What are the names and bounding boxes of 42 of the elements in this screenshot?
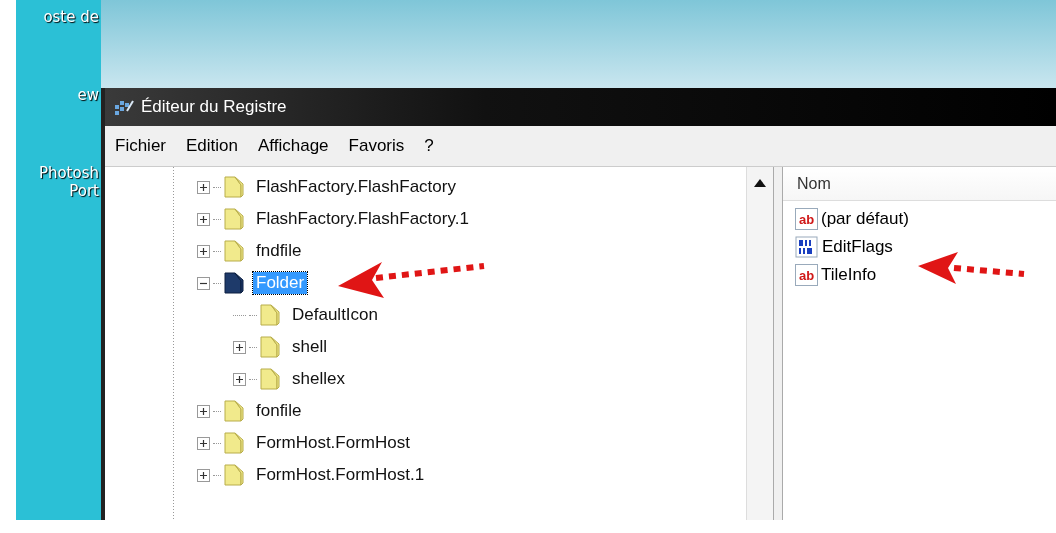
binary-value-icon (795, 235, 819, 259)
value-name[interactable]: (par défaut) (821, 209, 909, 229)
folder-icon (259, 303, 281, 327)
folder-icon (259, 335, 281, 359)
folder-icon (223, 431, 245, 455)
scroll-up-icon[interactable] (754, 179, 766, 187)
plus-icon[interactable] (197, 404, 210, 418)
menu-item[interactable]: Affichage (258, 134, 329, 158)
string-value-icon: ab (795, 264, 818, 286)
tree-item[interactable]: FlashFactory.FlashFactory.1 (253, 208, 472, 230)
folder-icon (223, 399, 245, 423)
folder-icon (223, 207, 245, 231)
value-name[interactable]: TileInfo (821, 265, 877, 285)
tree-item[interactable]: DefaultIcon (289, 304, 381, 326)
folder-icon (223, 271, 245, 295)
folder-icon (223, 239, 245, 263)
plus-icon[interactable] (197, 436, 210, 450)
scrollbar[interactable] (746, 167, 773, 520)
tree-item[interactable]: shell (289, 336, 330, 358)
tree-item[interactable]: FlashFactory.FlashFactory (253, 176, 459, 198)
minus-icon[interactable] (197, 276, 210, 290)
menu-item[interactable]: Edition (186, 134, 238, 158)
plus-icon[interactable] (197, 212, 210, 226)
tree-item[interactable]: FormHost.FormHost.1 (253, 464, 428, 486)
plus-icon[interactable] (197, 244, 210, 258)
tree-item[interactable]: shellex (289, 368, 348, 390)
menu-item[interactable]: Favoris (348, 134, 405, 158)
folder-icon (223, 175, 245, 199)
tree-item[interactable]: FormHost.FormHost (253, 432, 413, 454)
tree-item[interactable]: fndfile (253, 240, 305, 262)
string-value-icon: ab (795, 208, 818, 230)
menu-item[interactable]: Fichier (115, 134, 166, 158)
plus-icon[interactable] (197, 180, 210, 194)
folder-icon (259, 367, 281, 391)
window-title: Éditeur du Registre (141, 97, 287, 117)
folder-icon (223, 463, 245, 487)
menu-item[interactable]: ? (424, 134, 434, 158)
tree-item[interactable]: fonfile (253, 400, 305, 422)
value-name[interactable]: EditFlags (822, 237, 893, 257)
plus-icon[interactable] (197, 468, 210, 482)
plus-icon[interactable] (233, 340, 246, 354)
plus-icon[interactable] (233, 372, 246, 386)
